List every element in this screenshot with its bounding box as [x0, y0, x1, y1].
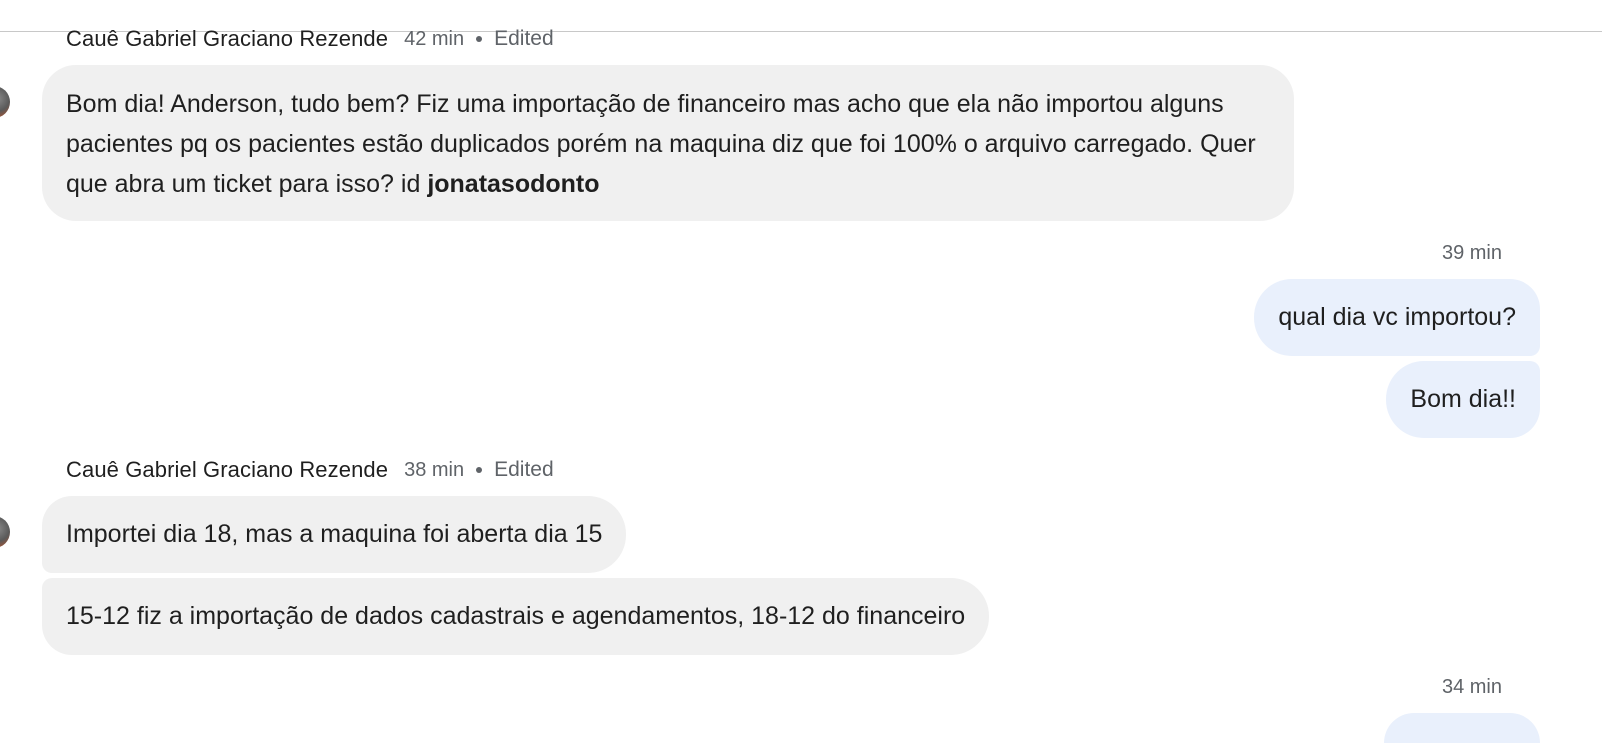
message-bubble[interactable]: qual dia vc importou?: [1254, 279, 1540, 356]
sender-name: Cauê Gabriel Graciano Rezende: [66, 26, 389, 51]
message-text: qual dia vc importou?: [1278, 303, 1516, 331]
separator-dot: [476, 36, 483, 42]
message-bubble[interactable]: Bom dia! Anderson, tudo bem? Fiz uma imp…: [42, 65, 1294, 221]
message-text: Importei dia 18, mas a maquina foi abert…: [66, 520, 603, 548]
avatar[interactable]: [0, 516, 10, 548]
message-bubble[interactable]: Bom dia!!: [1386, 361, 1540, 438]
message-bold-text: jonatasodonto: [427, 170, 600, 198]
message-bubble[interactable]: 15-12 fiz a importação de dados cadastra…: [42, 578, 990, 655]
message-timestamp: 42 min: [404, 27, 465, 50]
message-timestamp: 34 min: [1441, 676, 1502, 698]
message-bubble-partial[interactable]: [1384, 713, 1540, 743]
message-timestamp: 39 min: [1441, 242, 1502, 264]
message-text: Bom dia!!: [1410, 385, 1516, 413]
sender-name: Cauê Gabriel Graciano Rezende: [66, 457, 389, 482]
message-text: 15-12 fiz a importação de dados cadastra…: [66, 602, 966, 630]
edited-label: Edited: [494, 458, 554, 481]
chat-thread: Cauê Gabriel Graciano Rezende 42 min Edi…: [0, 0, 1602, 754]
message-header: Cauê Gabriel Graciano Rezende 38 min Edi…: [66, 457, 554, 483]
separator-dot: [476, 467, 483, 473]
message-timestamp: 38 min: [404, 458, 465, 481]
avatar[interactable]: [0, 86, 10, 118]
edited-label: Edited: [494, 27, 554, 50]
message-header: Cauê Gabriel Graciano Rezende 42 min Edi…: [66, 26, 554, 52]
message-text: Bom dia! Anderson, tudo bem? Fiz uma imp…: [66, 90, 1256, 198]
message-bubble[interactable]: Importei dia 18, mas a maquina foi abert…: [42, 496, 627, 573]
